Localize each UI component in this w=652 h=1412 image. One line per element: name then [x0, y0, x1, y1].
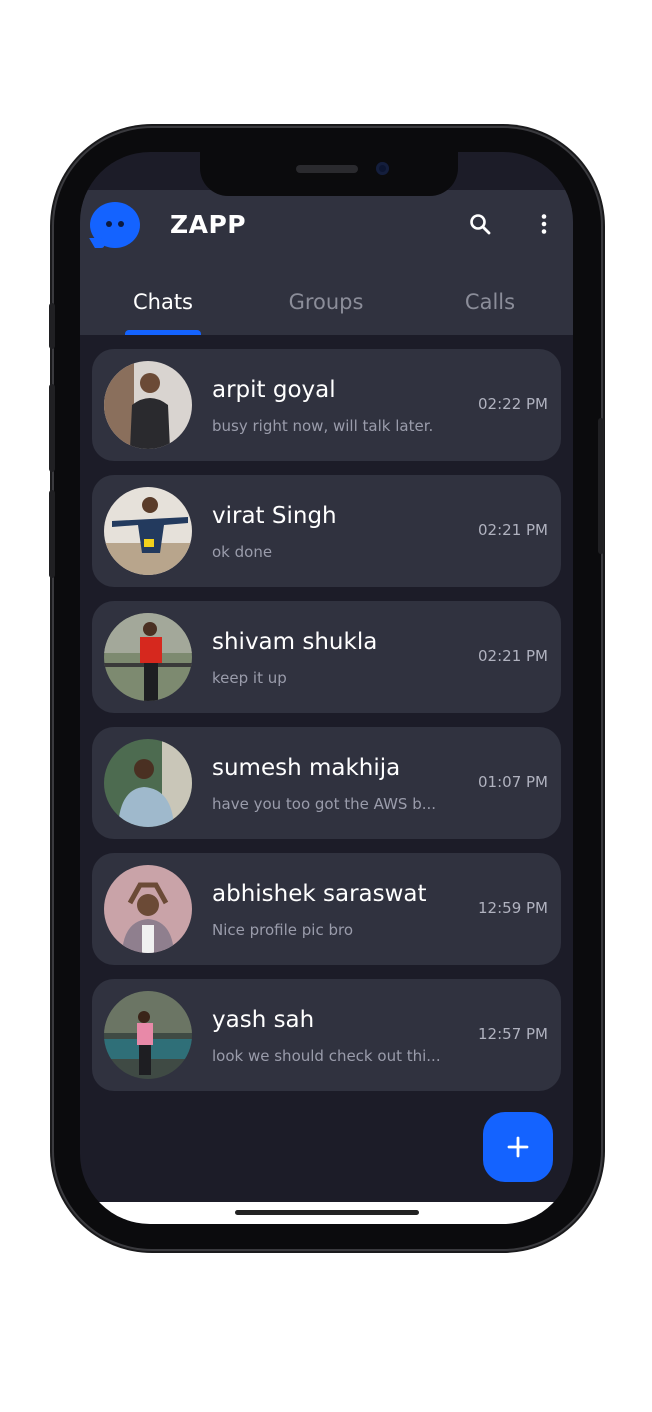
home-bar-area: [80, 1202, 573, 1224]
chat-item[interactable]: virat Singh ok done 02:21 PM: [92, 475, 561, 587]
chat-name: yash sah: [212, 1007, 315, 1033]
home-indicator[interactable]: [235, 1210, 419, 1215]
silent-switch: [49, 303, 55, 349]
avatar[interactable]: [104, 865, 192, 953]
chat-item[interactable]: shivam shukla keep it up 02:21 PM: [92, 601, 561, 713]
plus-icon: [507, 1136, 529, 1158]
earpiece-speaker: [296, 165, 358, 173]
power-button: [598, 418, 604, 554]
volume-up-button: [49, 384, 55, 472]
app-header: ZAPP Chats Groups Calls: [80, 190, 573, 335]
chat-time: 12:57 PM: [478, 1025, 548, 1043]
chat-last-message: ok done: [212, 543, 273, 561]
chat-name: arpit goyal: [212, 377, 336, 403]
chat-time: 02:21 PM: [478, 521, 548, 539]
volume-down-button: [49, 490, 55, 578]
tab-calls[interactable]: Calls: [440, 290, 540, 322]
chat-time: 01:07 PM: [478, 773, 548, 791]
chat-item[interactable]: abhishek saraswat Nice profile pic bro 1…: [92, 853, 561, 965]
chat-last-message: Nice profile pic bro: [212, 921, 354, 939]
app-screen: ZAPP Chats Groups Calls arpit goyal busy…: [80, 152, 573, 1224]
chat-item[interactable]: sumesh makhija have you too got the AWS …: [92, 727, 561, 839]
chat-time: 02:22 PM: [478, 395, 548, 413]
new-chat-button[interactable]: [483, 1112, 553, 1182]
front-camera: [376, 162, 389, 175]
tab-groups[interactable]: Groups: [276, 290, 376, 322]
chat-last-message: busy right now, will talk later.: [212, 417, 434, 435]
chat-last-message: have you too got the AWS b...: [212, 795, 437, 813]
avatar[interactable]: [104, 613, 192, 701]
active-tab-indicator: [125, 330, 201, 335]
app-title: ZAPP: [170, 210, 247, 239]
chat-time: 02:21 PM: [478, 647, 548, 665]
avatar[interactable]: [104, 487, 192, 575]
chat-name: abhishek saraswat: [212, 881, 427, 907]
avatar[interactable]: [104, 991, 192, 1079]
chat-name: virat Singh: [212, 503, 337, 529]
search-icon[interactable]: [468, 212, 492, 236]
notch: [200, 150, 458, 196]
chat-item[interactable]: yash sah look we should check out thi...…: [92, 979, 561, 1091]
chat-last-message: keep it up: [212, 669, 287, 687]
avatar[interactable]: [104, 739, 192, 827]
chat-time: 12:59 PM: [478, 899, 548, 917]
chat-name: sumesh makhija: [212, 755, 401, 781]
chat-last-message: look we should check out thi...: [212, 1047, 441, 1065]
chat-item[interactable]: arpit goyal busy right now, will talk la…: [92, 349, 561, 461]
more-vertical-icon[interactable]: [532, 212, 556, 236]
chat-name: shivam shukla: [212, 629, 378, 655]
avatar[interactable]: [104, 361, 192, 449]
tab-chats[interactable]: Chats: [113, 290, 213, 322]
